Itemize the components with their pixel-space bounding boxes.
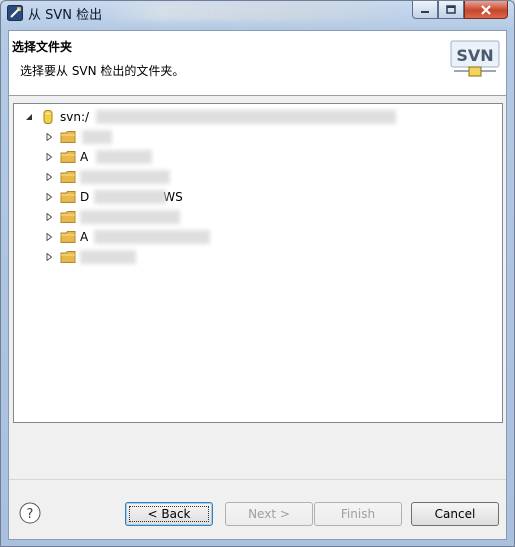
finish-button[interactable]: Finish <box>314 502 402 526</box>
maximize-icon <box>446 5 456 14</box>
folder-icon <box>60 251 76 263</box>
expand-arrow-icon[interactable] <box>44 132 54 142</box>
svn-logo-text: SVN <box>456 46 493 65</box>
tree-item-label: D <box>80 190 90 204</box>
expand-arrow-icon[interactable] <box>44 192 54 202</box>
blurred-label <box>80 250 136 264</box>
folder-tree[interactable]: svn:/ A D WS A <box>13 103 503 423</box>
tree-item[interactable] <box>44 128 80 146</box>
eclipse-app-icon <box>7 5 23 21</box>
expand-arrow-icon[interactable] <box>44 232 54 242</box>
tree-item[interactable] <box>44 168 80 186</box>
repository-icon <box>43 110 53 124</box>
blurred-title-region <box>101 1 401 21</box>
tree-item[interactable]: A <box>44 148 88 166</box>
caption-buttons <box>412 1 508 20</box>
expand-arrow-icon[interactable] <box>44 212 54 222</box>
cancel-button-label: Cancel <box>434 507 476 521</box>
cancel-button[interactable]: Cancel <box>411 502 499 526</box>
blurred-label <box>96 150 152 164</box>
tree-root-row[interactable]: svn:/ <box>24 108 89 126</box>
minimize-button[interactable] <box>412 1 438 19</box>
repository-url: svn:/ <box>60 110 90 124</box>
close-button[interactable] <box>464 1 508 19</box>
tree-item-label: A <box>80 230 89 244</box>
expand-arrow-icon[interactable] <box>44 252 54 262</box>
blurred-label <box>80 210 180 224</box>
tree-item[interactable] <box>44 248 80 266</box>
blurred-url <box>96 110 396 124</box>
tree-item[interactable]: A <box>44 228 88 246</box>
help-icon[interactable]: ? <box>19 502 41 524</box>
minimize-icon <box>421 10 429 13</box>
tree-item-label-suffix: WS <box>163 190 183 204</box>
maximize-button[interactable] <box>438 1 464 19</box>
blurred-label <box>94 190 166 204</box>
folder-icon <box>60 231 76 243</box>
blurred-label <box>80 170 170 184</box>
page-title: 选择文件夹 <box>12 40 73 54</box>
next-button-label: Next > <box>248 507 290 521</box>
tree-item-label: A <box>80 150 89 164</box>
focus-ring <box>129 506 209 522</box>
blurred-label <box>94 230 210 244</box>
close-icon <box>481 4 491 15</box>
wizard-header: 选择文件夹 选择要从 SVN 检出的文件夹。 SVN <box>9 31 506 96</box>
title-bar[interactable]: 从 SVN 检出 <box>1 1 514 25</box>
folder-icon <box>60 131 76 143</box>
folder-icon <box>60 211 76 223</box>
svg-text:?: ? <box>27 507 34 522</box>
expand-arrow-icon[interactable] <box>44 152 54 162</box>
next-button[interactable]: Next > <box>225 502 313 526</box>
checkout-dialog-window: 从 SVN 检出 选择文件夹 选择要从 SVN 检出的文件夹。 SVN svn:… <box>0 0 515 547</box>
back-button[interactable]: < Back <box>125 502 213 526</box>
svn-logo-icon: SVN <box>450 40 500 77</box>
page-description: 选择要从 SVN 检出的文件夹。 <box>20 64 185 78</box>
tree-item[interactable] <box>44 208 80 226</box>
finish-button-label: Finish <box>340 507 376 521</box>
collapse-arrow-icon[interactable] <box>24 112 34 122</box>
folder-icon <box>60 191 76 203</box>
dialog-client-area: 选择文件夹 选择要从 SVN 检出的文件夹。 SVN svn:/ A D WS … <box>8 30 507 540</box>
expand-arrow-icon[interactable] <box>44 172 54 182</box>
blurred-label <box>82 130 112 144</box>
folder-icon <box>60 151 76 163</box>
folder-icon <box>60 171 76 183</box>
window-title: 从 SVN 检出 <box>28 8 103 23</box>
